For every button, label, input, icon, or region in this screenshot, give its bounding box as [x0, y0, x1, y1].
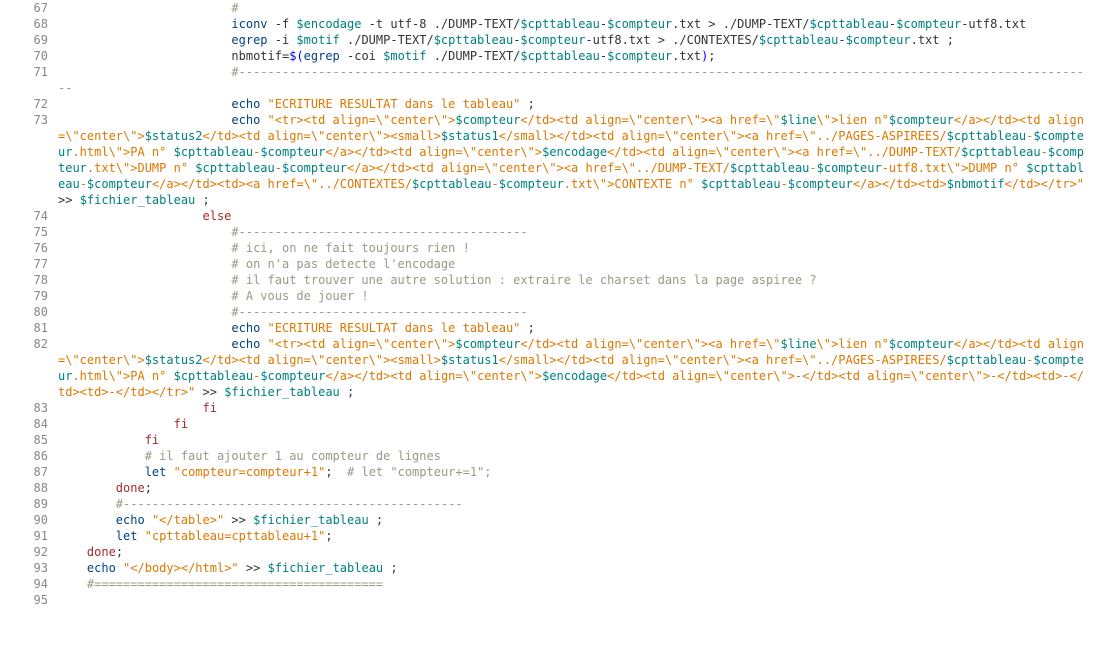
code-line[interactable]: 68 iconv -f $encodage -t utf-8 ./DUMP-TE…	[0, 16, 1100, 32]
code-content[interactable]: #=======================================…	[58, 576, 1100, 592]
code-content[interactable]: # il faut ajouter 1 au compteur de ligne…	[58, 448, 1100, 464]
code-content[interactable]: echo "<tr><td align=\"center\">$compteur…	[58, 336, 1100, 400]
line-number: 74	[0, 208, 58, 224]
code-line[interactable]: 73 echo "<tr><td align=\"center\">$compt…	[0, 112, 1100, 208]
line-number: 87	[0, 464, 58, 480]
code-line[interactable]: 79 # A vous de jouer !	[0, 288, 1100, 304]
line-number: 85	[0, 432, 58, 448]
code-content[interactable]: echo "</table>" >> $fichier_tableau ;	[58, 512, 1100, 528]
code-content[interactable]: nbmotif=$(egrep -coi $motif ./DUMP-TEXT/…	[58, 48, 1100, 64]
line-number: 67	[0, 0, 58, 16]
code-editor[interactable]: 67 #68 iconv -f $encodage -t utf-8 ./DUM…	[0, 0, 1100, 608]
code-line[interactable]: 70 nbmotif=$(egrep -coi $motif ./DUMP-TE…	[0, 48, 1100, 64]
code-content[interactable]: fi	[58, 432, 1100, 448]
line-number: 71	[0, 64, 58, 80]
line-number: 73	[0, 112, 58, 128]
code-content[interactable]: #---------------------------------------…	[58, 304, 1100, 320]
code-line[interactable]: 74 else	[0, 208, 1100, 224]
line-number: 94	[0, 576, 58, 592]
code-content[interactable]: # A vous de jouer !	[58, 288, 1100, 304]
code-content[interactable]: fi	[58, 416, 1100, 432]
code-line[interactable]: 93 echo "</body></html>" >> $fichier_tab…	[0, 560, 1100, 576]
code-content[interactable]: # il faut trouver une autre solution : e…	[58, 272, 1100, 288]
code-line[interactable]: 72 echo "ECRITURE RESULTAT dans le table…	[0, 96, 1100, 112]
code-line[interactable]: 92 done;	[0, 544, 1100, 560]
line-number: 69	[0, 32, 58, 48]
code-content[interactable]: let "compteur=compteur+1"; # let "compte…	[58, 464, 1100, 480]
code-line[interactable]: 78 # il faut trouver une autre solution …	[0, 272, 1100, 288]
code-line[interactable]: 84 fi	[0, 416, 1100, 432]
line-number: 84	[0, 416, 58, 432]
code-content[interactable]: echo "</body></html>" >> $fichier_tablea…	[58, 560, 1100, 576]
code-line[interactable]: 75 #------------------------------------…	[0, 224, 1100, 240]
line-number: 90	[0, 512, 58, 528]
line-number: 77	[0, 256, 58, 272]
code-content[interactable]: #	[58, 0, 1100, 16]
code-line[interactable]: 91 let "cpttableau=cpttableau+1";	[0, 528, 1100, 544]
code-content[interactable]: done;	[58, 480, 1100, 496]
code-line[interactable]: 67 #	[0, 0, 1100, 16]
code-line[interactable]: 88 done;	[0, 480, 1100, 496]
line-number: 79	[0, 288, 58, 304]
line-number: 76	[0, 240, 58, 256]
code-line[interactable]: 77 # on n'a pas detecte l'encodage	[0, 256, 1100, 272]
code-content[interactable]: else	[58, 208, 1100, 224]
code-content[interactable]: #---------------------------------------…	[58, 224, 1100, 240]
code-content[interactable]: #---------------------------------------…	[58, 496, 1100, 512]
code-content[interactable]: echo "<tr><td align=\"center\">$compteur…	[58, 112, 1100, 208]
code-line[interactable]: 86 # il faut ajouter 1 au compteur de li…	[0, 448, 1100, 464]
code-line[interactable]: 87 let "compteur=compteur+1"; # let "com…	[0, 464, 1100, 480]
line-number: 81	[0, 320, 58, 336]
code-content[interactable]: # ici, on ne fait toujours rien !	[58, 240, 1100, 256]
line-number: 70	[0, 48, 58, 64]
code-line[interactable]: 94 #====================================…	[0, 576, 1100, 592]
line-number: 82	[0, 336, 58, 352]
code-line[interactable]: 71 #------------------------------------…	[0, 64, 1100, 96]
code-content[interactable]: done;	[58, 544, 1100, 560]
code-line[interactable]: 85 fi	[0, 432, 1100, 448]
line-number: 83	[0, 400, 58, 416]
code-line[interactable]: 76 # ici, on ne fait toujours rien !	[0, 240, 1100, 256]
code-line[interactable]: 89 #------------------------------------…	[0, 496, 1100, 512]
code-line[interactable]: 95	[0, 592, 1100, 608]
line-number: 91	[0, 528, 58, 544]
line-number: 89	[0, 496, 58, 512]
line-number: 80	[0, 304, 58, 320]
code-line[interactable]: 83 fi	[0, 400, 1100, 416]
code-content[interactable]: # on n'a pas detecte l'encodage	[58, 256, 1100, 272]
line-number: 86	[0, 448, 58, 464]
line-number: 93	[0, 560, 58, 576]
code-line[interactable]: 90 echo "</table>" >> $fichier_tableau ;	[0, 512, 1100, 528]
line-number: 75	[0, 224, 58, 240]
code-line[interactable]: 80 #------------------------------------…	[0, 304, 1100, 320]
code-content[interactable]: fi	[58, 400, 1100, 416]
line-number: 88	[0, 480, 58, 496]
code-content[interactable]: egrep -i $motif ./DUMP-TEXT/$cpttableau-…	[58, 32, 1100, 48]
code-content[interactable]: #---------------------------------------…	[58, 64, 1100, 96]
line-number: 68	[0, 16, 58, 32]
line-number: 92	[0, 544, 58, 560]
code-line[interactable]: 69 egrep -i $motif ./DUMP-TEXT/$cpttable…	[0, 32, 1100, 48]
line-number: 95	[0, 592, 58, 608]
code-content[interactable]: iconv -f $encodage -t utf-8 ./DUMP-TEXT/…	[58, 16, 1100, 32]
code-content[interactable]: echo "ECRITURE RESULTAT dans le tableau"…	[58, 96, 1100, 112]
code-line[interactable]: 81 echo "ECRITURE RESULTAT dans le table…	[0, 320, 1100, 336]
line-number: 72	[0, 96, 58, 112]
code-line[interactable]: 82 echo "<tr><td align=\"center\">$compt…	[0, 336, 1100, 400]
code-content[interactable]: echo "ECRITURE RESULTAT dans le tableau"…	[58, 320, 1100, 336]
code-content[interactable]: let "cpttableau=cpttableau+1";	[58, 528, 1100, 544]
line-number: 78	[0, 272, 58, 288]
